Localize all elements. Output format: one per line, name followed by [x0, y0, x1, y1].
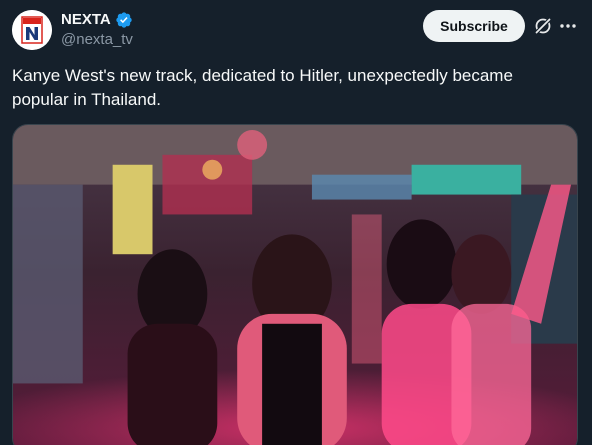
- nexta-logo-icon: [12, 10, 52, 50]
- grok-icon[interactable]: [533, 16, 553, 36]
- verified-badge-icon: [115, 11, 133, 29]
- subscribe-button[interactable]: Subscribe: [423, 10, 525, 42]
- video-media[interactable]: [12, 124, 578, 445]
- tweet-card: NEXTA @nexta_tv Subscribe Kanye West's n…: [0, 0, 592, 445]
- avatar[interactable]: [12, 10, 52, 50]
- post-text: Kanye West's new track, dedicated to Hit…: [12, 66, 513, 109]
- author-info: NEXTA @nexta_tv: [61, 10, 133, 50]
- author-handle[interactable]: @nexta_tv: [61, 30, 133, 50]
- more-horizontal-icon[interactable]: [558, 16, 578, 36]
- video-frame: [13, 125, 577, 445]
- author-display-name[interactable]: NEXTA: [61, 10, 111, 30]
